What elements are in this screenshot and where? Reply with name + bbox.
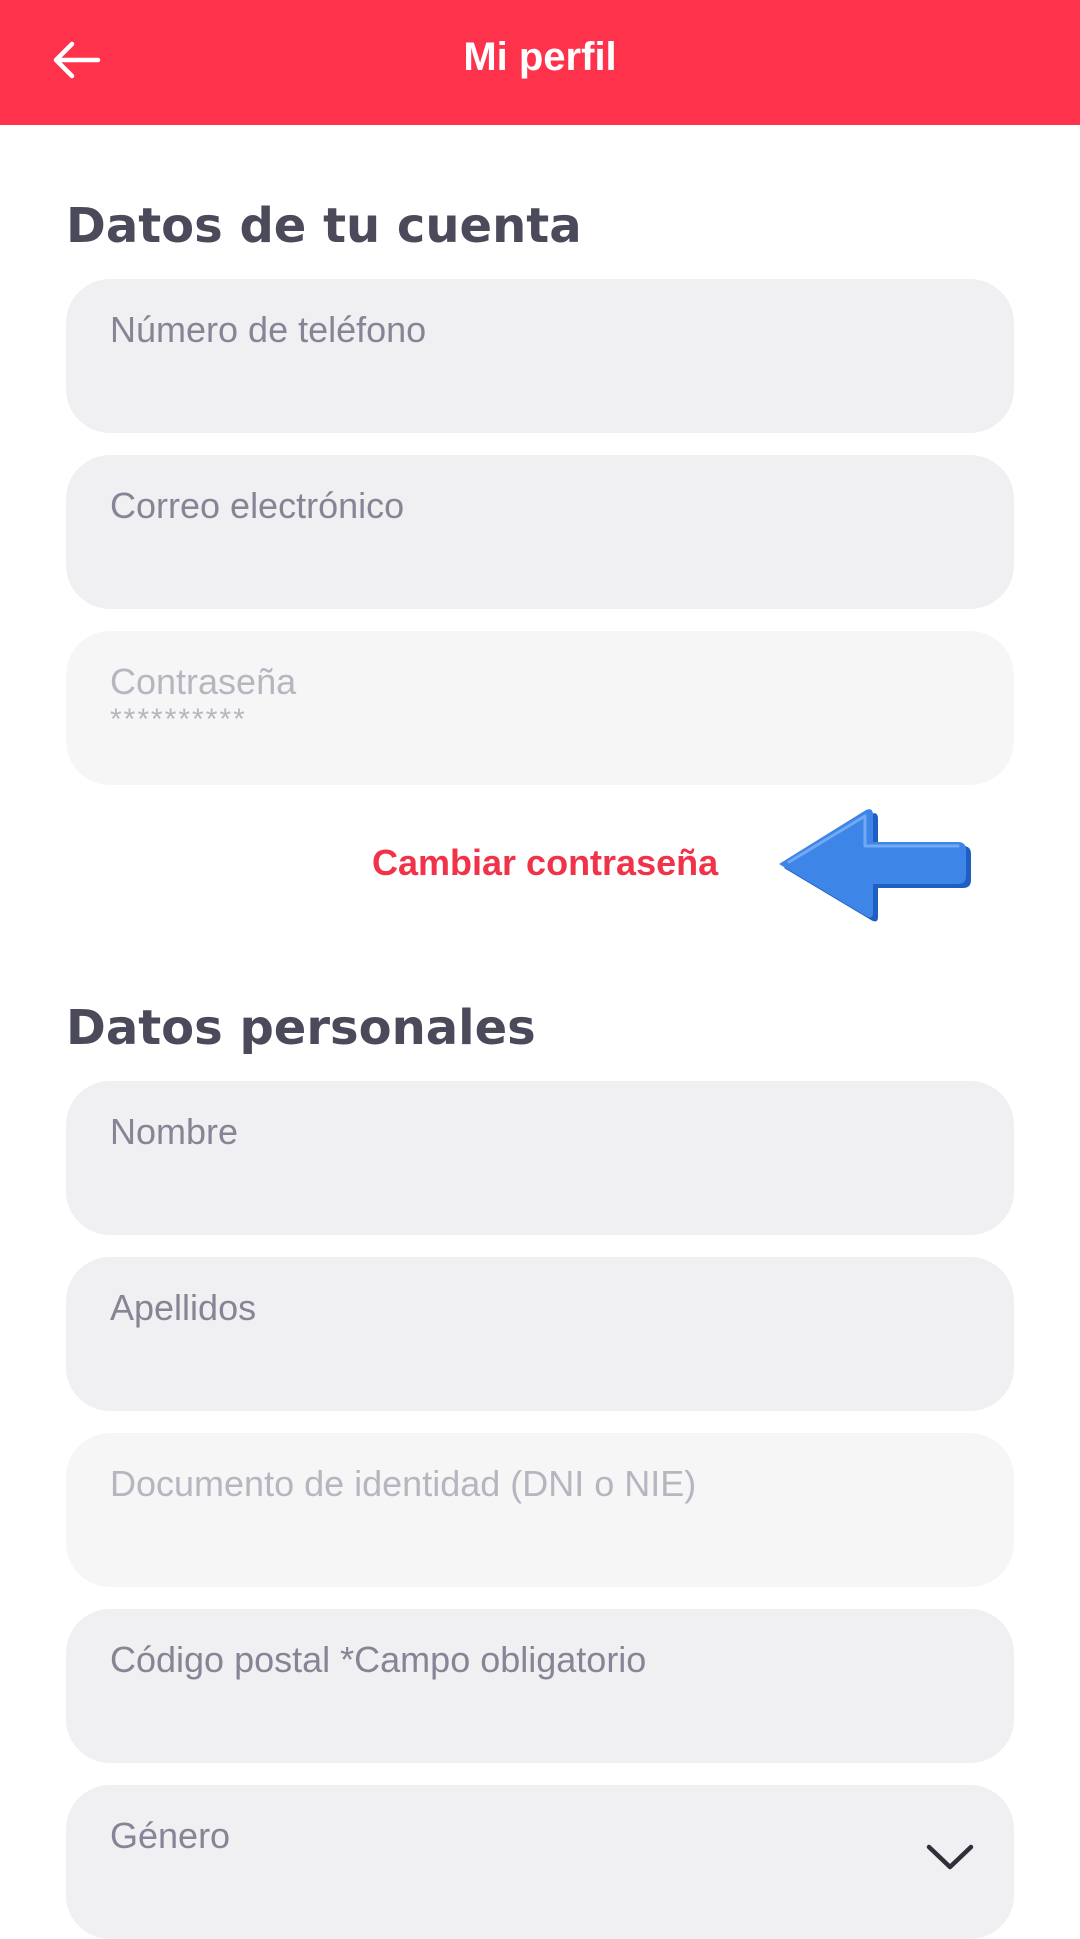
last-name-field[interactable]: Apellidos [66,1257,1014,1411]
email-field[interactable]: Correo electrónico [66,455,1014,609]
account-section-title: Datos de tu cuenta [66,198,582,254]
personal-section-title: Datos personales [66,1000,536,1056]
password-field: Contraseña ********** [66,631,1014,785]
gender-select-label: Género [110,1815,231,1856]
phone-field-label: Número de teléfono [110,309,427,350]
chevron-down-icon [926,1844,974,1870]
gender-select[interactable]: Género [66,1785,1014,1939]
app-bar: Mi perfil [0,0,1080,125]
phone-field[interactable]: Número de teléfono [66,279,1014,433]
postal-code-field-label: Código postal *Campo obligatorio [110,1639,647,1680]
pointer-arrow-icon [779,809,971,922]
password-field-label: Contraseña [110,661,297,702]
id-document-field: Documento de identidad (DNI o NIE) [66,1433,1014,1587]
postal-code-field[interactable]: Código postal *Campo obligatorio [66,1609,1014,1763]
last-name-field-label: Apellidos [110,1287,257,1328]
change-password-link[interactable]: Cambiar contraseña [372,842,718,884]
email-field-label: Correo electrónico [110,485,405,526]
id-document-field-label: Documento de identidad (DNI o NIE) [110,1463,697,1504]
first-name-field-label: Nombre [110,1111,239,1152]
page-title: Mi perfil [463,35,617,79]
first-name-field[interactable]: Nombre [66,1081,1014,1235]
password-field-value: ********** [110,703,247,736]
